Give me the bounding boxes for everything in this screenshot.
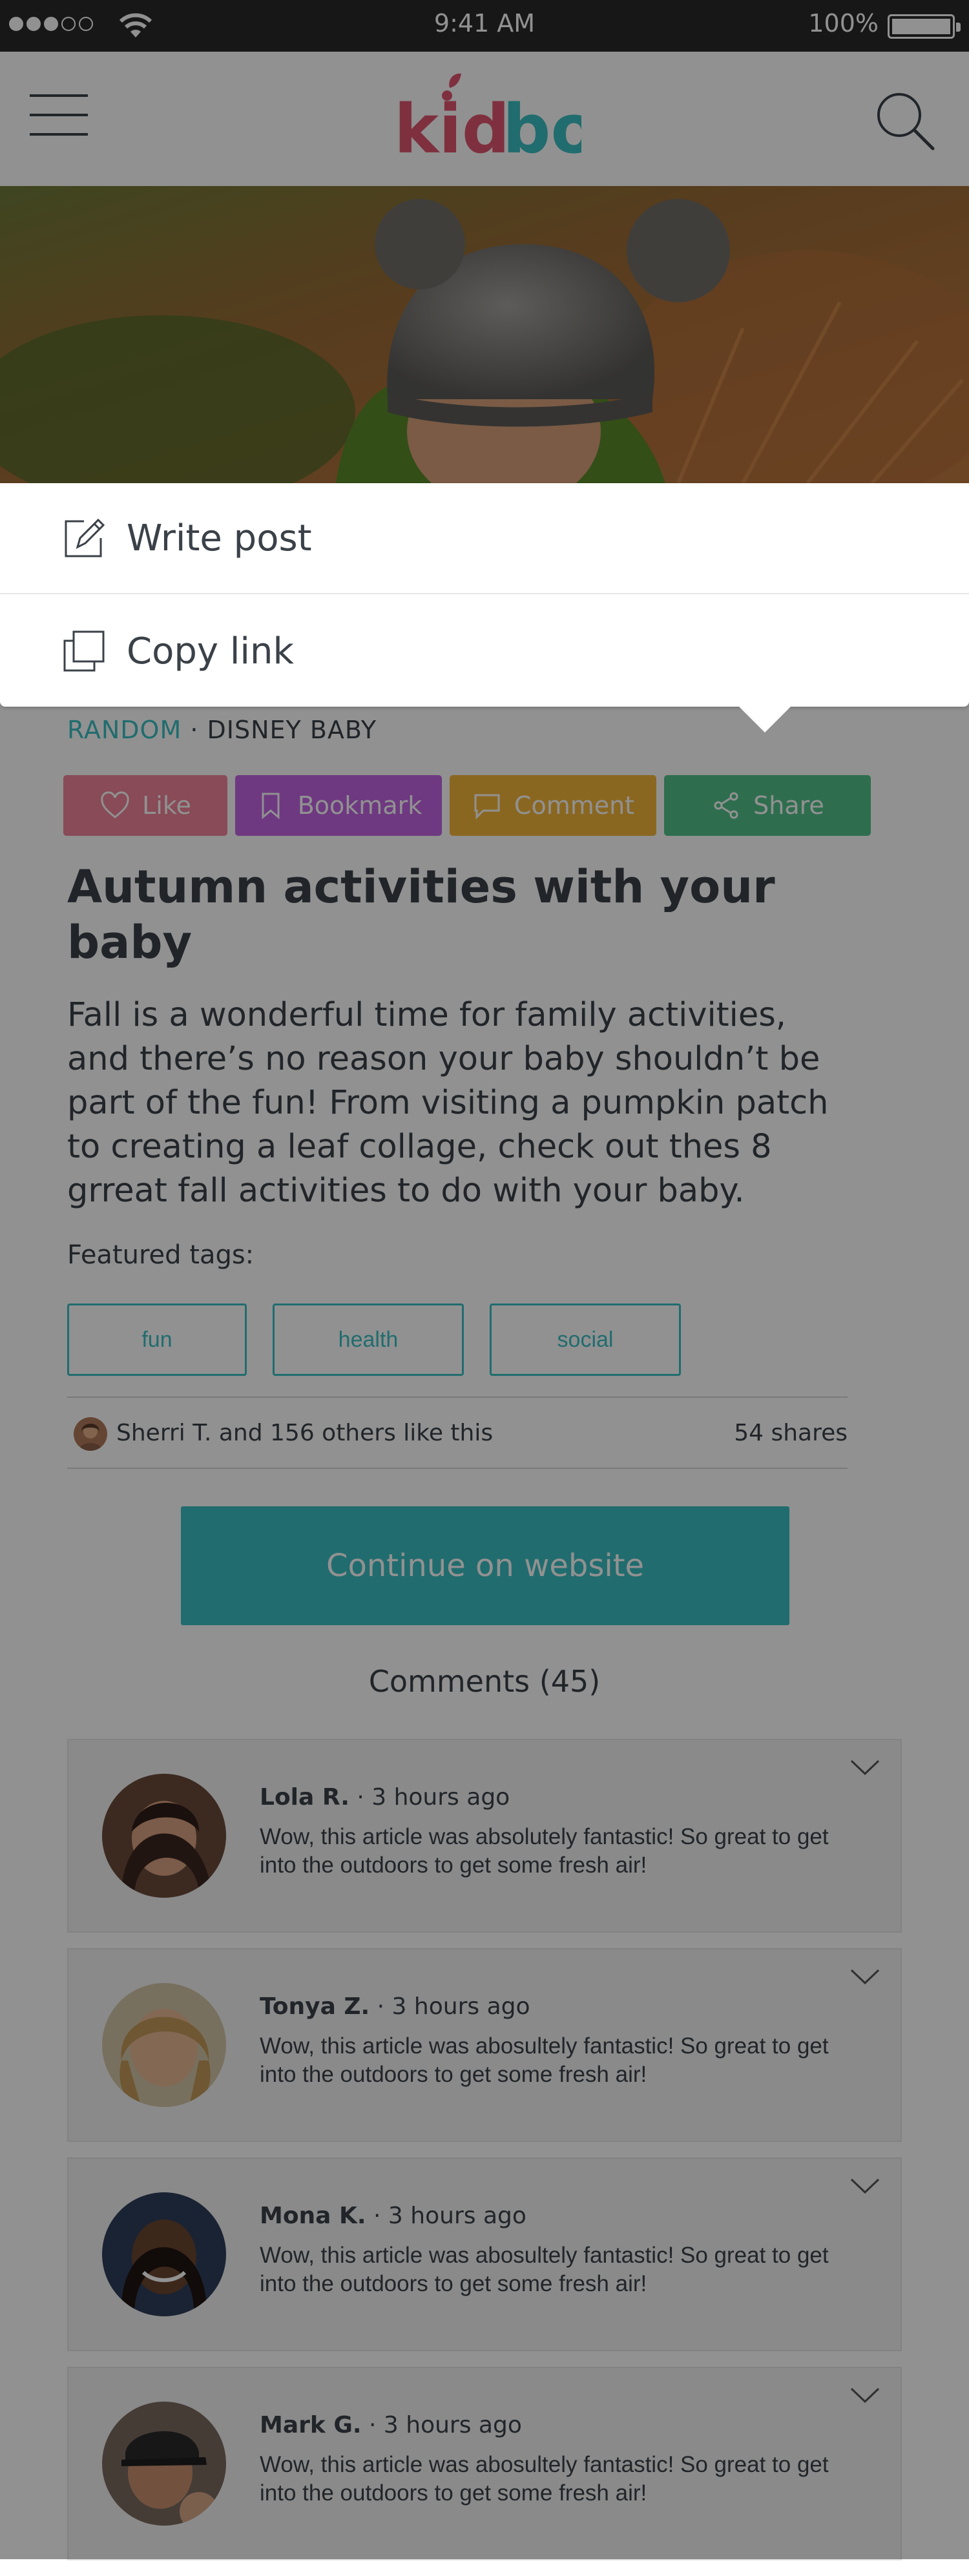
popup-pointer [736, 704, 793, 732]
write-post-label: Write post [127, 517, 312, 559]
write-post-menu-item[interactable]: Write post [0, 483, 969, 594]
copy-icon [63, 630, 105, 672]
modal-backdrop[interactable] [0, 0, 969, 2559]
pencil-square-icon [65, 518, 105, 557]
share-popup-menu: Write post Copy link [0, 483, 969, 707]
copy-link-menu-item[interactable]: Copy link [0, 596, 969, 707]
copy-link-label: Copy link [127, 630, 294, 672]
